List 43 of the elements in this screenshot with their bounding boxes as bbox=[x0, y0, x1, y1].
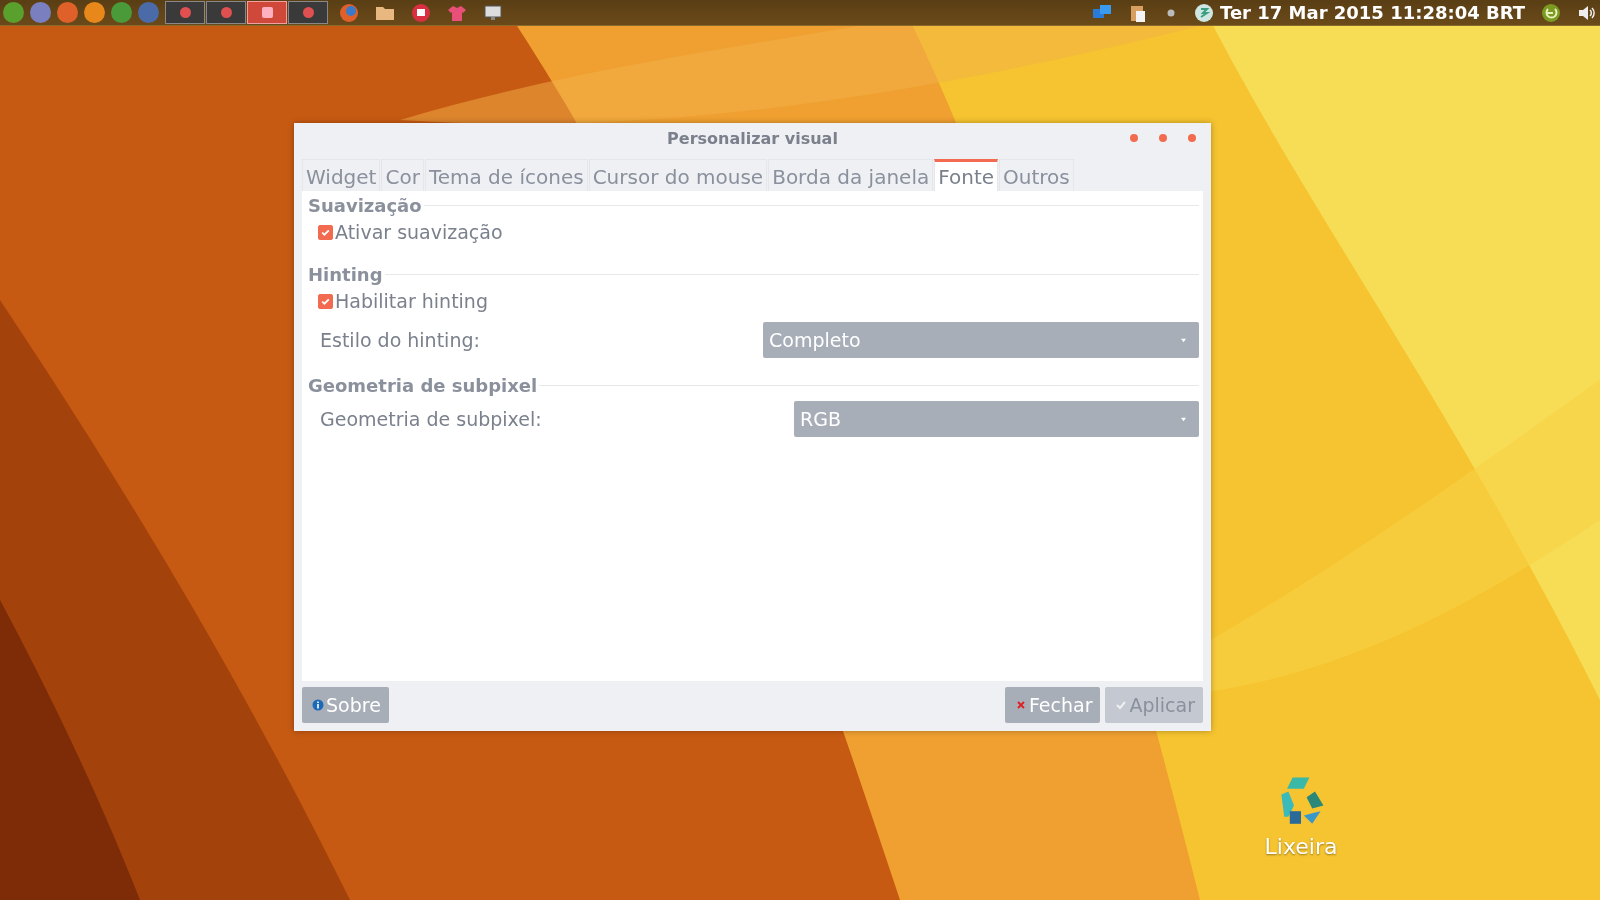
tab[interactable]: Fonte bbox=[934, 159, 999, 191]
field-label: Estilo do hinting: bbox=[320, 329, 480, 351]
minimize-button[interactable] bbox=[1129, 133, 1139, 143]
desktop-icon-label[interactable]: Lixeira bbox=[1264, 834, 1338, 859]
maximize-button[interactable] bbox=[1158, 133, 1168, 143]
tab[interactable]: Cursor do mouse bbox=[588, 159, 768, 191]
power-icon[interactable] bbox=[1541, 2, 1561, 23]
section-title: Hinting bbox=[308, 264, 383, 285]
caret-icon bbox=[1180, 416, 1187, 422]
close-button[interactable] bbox=[1187, 133, 1197, 143]
close-dialog-button[interactable]: Fechar bbox=[1004, 687, 1101, 723]
taskbar-button[interactable] bbox=[206, 1, 246, 24]
launcher-icon[interactable] bbox=[111, 2, 132, 23]
close-icon bbox=[1014, 699, 1027, 711]
checkbox-box[interactable] bbox=[318, 224, 333, 240]
tab[interactable]: Cor bbox=[381, 159, 424, 191]
tab[interactable]: Borda da janela bbox=[768, 159, 934, 191]
monitor-icon[interactable] bbox=[483, 2, 503, 23]
clock[interactable]: Ter 17 Mar 2015 11:28:04 BRT bbox=[1220, 2, 1525, 23]
about-button[interactable]: Sobre bbox=[302, 687, 389, 723]
taskbar-button[interactable] bbox=[247, 1, 287, 24]
tab[interactable]: Widget bbox=[302, 159, 381, 191]
checkbox[interactable]: Habilitar hinting bbox=[308, 285, 1199, 317]
launcher-icon[interactable] bbox=[84, 2, 105, 23]
dropdown[interactable]: Completo bbox=[763, 322, 1199, 358]
caret-icon bbox=[1180, 337, 1187, 343]
tab[interactable]: Tema de ícones bbox=[424, 159, 588, 191]
window-title: Personalizar visual bbox=[667, 128, 838, 148]
section-title: Geometria de subpixel bbox=[308, 375, 538, 396]
checkbox-box[interactable] bbox=[318, 293, 333, 309]
field-label: Geometria de subpixel: bbox=[320, 408, 542, 430]
section-title: Suavização bbox=[308, 195, 422, 216]
launcher-icon[interactable] bbox=[3, 2, 24, 23]
tab[interactable]: Outros bbox=[999, 159, 1074, 191]
launcher-icon[interactable] bbox=[30, 2, 51, 23]
launcher-icon[interactable] bbox=[138, 2, 159, 23]
info-icon bbox=[312, 699, 324, 711]
taskbar-button[interactable] bbox=[165, 1, 205, 24]
dropdown[interactable]: RGB bbox=[794, 401, 1199, 437]
checkmark-icon bbox=[1115, 699, 1128, 711]
taskbar-button[interactable] bbox=[288, 1, 328, 24]
launcher-icon[interactable] bbox=[57, 2, 78, 23]
checkbox[interactable]: Ativar suavização bbox=[308, 216, 1199, 248]
